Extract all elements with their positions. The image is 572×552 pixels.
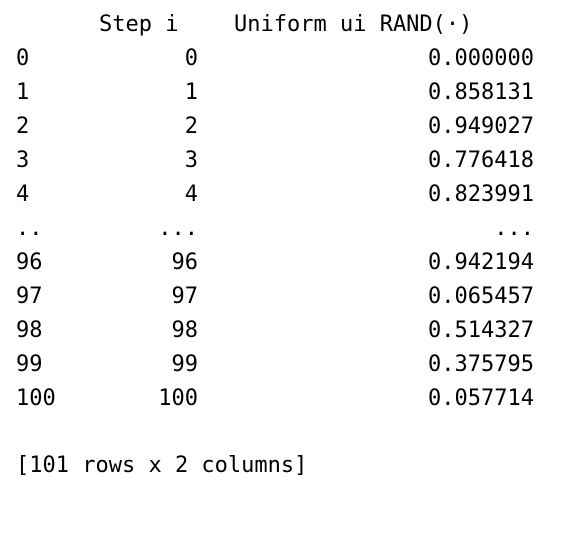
step-cell: 2 <box>184 114 198 139</box>
table-row: 3 3 0.776418 <box>0 144 572 178</box>
step-cell: 97 <box>171 284 199 309</box>
table-row: 0 0 0.000000 <box>0 42 572 76</box>
step-cell: 98 <box>171 318 199 343</box>
step-cell: 4 <box>184 182 198 207</box>
uniform-value-cell: 0.776418 <box>428 148 534 173</box>
row-index: 1 <box>16 80 30 105</box>
step-cell: 99 <box>171 352 199 377</box>
table-row: 98 98 0.514327 <box>0 314 572 348</box>
column-header-uniform: Uniform ui RAND(·) <box>234 12 473 37</box>
table-row: 96 96 0.942194 <box>0 246 572 280</box>
row-index: 100 <box>16 386 56 411</box>
uniform-value-cell: 0.823991 <box>428 182 534 207</box>
row-index: 4 <box>16 182 30 207</box>
row-index: 96 <box>16 250 43 275</box>
uniform-value-cell: 0.858131 <box>428 80 534 105</box>
ellipsis-row: .. ... ... <box>0 212 572 246</box>
table-row: 99 99 0.375795 <box>0 348 572 382</box>
table-row: 2 2 0.949027 <box>0 110 572 144</box>
table-row: 1 1 0.858131 <box>0 76 572 110</box>
table-row: 4 4 0.823991 <box>0 178 572 212</box>
step-cell: 1 <box>184 80 198 105</box>
step-cell: 96 <box>171 250 199 275</box>
table-header-row: Step i Uniform ui RAND(·) <box>0 8 572 42</box>
uniform-value-cell: ... <box>494 216 534 241</box>
uniform-value-cell: 0.000000 <box>428 46 534 71</box>
row-index: .. <box>16 216 43 241</box>
uniform-value-cell: 0.514327 <box>428 318 534 343</box>
row-index: 0 <box>16 46 30 71</box>
uniform-value-cell: 0.375795 <box>428 352 534 377</box>
column-header-step: Step i <box>99 12 179 37</box>
table-summary: [101 rows x 2 columns] <box>16 453 308 478</box>
uniform-value-cell: 0.949027 <box>428 114 534 139</box>
dataframe-output: Step i Uniform ui RAND(·) 0 0 0.000000 1… <box>0 0 572 482</box>
step-cell: 3 <box>184 148 198 173</box>
uniform-value-cell: 0.942194 <box>428 250 534 275</box>
table-row: 97 97 0.065457 <box>0 280 572 314</box>
step-cell: 100 <box>158 386 198 411</box>
step-cell: ... <box>158 216 198 241</box>
uniform-value-cell: 0.065457 <box>428 284 534 309</box>
row-index: 3 <box>16 148 30 173</box>
uniform-value-cell: 0.057714 <box>428 386 534 411</box>
table-row: 100 100 0.057714 <box>0 382 572 416</box>
row-index: 98 <box>16 318 43 343</box>
step-cell: 0 <box>184 46 198 71</box>
row-index: 99 <box>16 352 43 377</box>
row-index: 97 <box>16 284 43 309</box>
row-index: 2 <box>16 114 30 139</box>
